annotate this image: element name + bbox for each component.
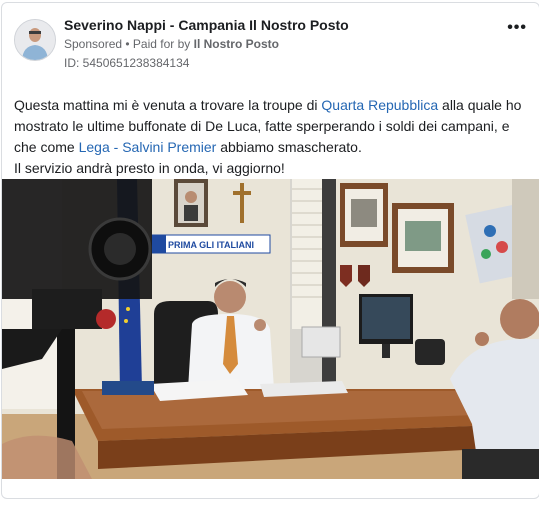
more-options-icon[interactable]: ••• (507, 19, 527, 37)
sponsored-line: Sponsored • Paid for by Il Nostro Posto (64, 37, 279, 51)
avatar-image (15, 20, 55, 60)
link-dash: - (109, 139, 123, 155)
link-quarta-repubblica[interactable]: Quarta Repubblica (321, 97, 438, 113)
desk-phone (415, 339, 445, 365)
post-text: Questa mattina mi è venuta a trovare la … (14, 95, 529, 179)
sponsored-label: Sponsored (64, 37, 123, 51)
post-photo[interactable]: PRIMA GLI ITALIANI (2, 179, 539, 479)
link-salvini-premier[interactable]: Salvini Premier (122, 139, 216, 155)
seated-man-head (214, 281, 246, 313)
post-text-part: Il servizio andrà presto in onda, vi agg… (14, 160, 285, 176)
printer (301, 326, 341, 358)
paid-for-label: Paid for by (132, 37, 194, 51)
paid-for-name[interactable]: Il Nostro Posto (194, 37, 279, 51)
right-man-head (500, 299, 539, 339)
post-text-part: abbiamo smascherato. (216, 139, 362, 155)
author-name[interactable]: Severino Nappi - Campania Il Nostro Post… (64, 17, 349, 33)
sign-text: PRIMA GLI ITALIANI (168, 240, 254, 250)
post-text-part: Questa mattina mi è venuta a trovare la … (14, 97, 322, 113)
post-header: Severino Nappi - Campania Il Nostro Post… (14, 13, 527, 73)
separator-dot: • (122, 37, 133, 51)
ad-id: ID: 5450651238384134 (64, 56, 190, 70)
ad-post-card: Severino Nappi - Campania Il Nostro Post… (1, 2, 539, 499)
link-lega[interactable]: Lega (79, 139, 110, 155)
author-avatar[interactable] (14, 19, 56, 61)
crucifix (240, 183, 244, 223)
